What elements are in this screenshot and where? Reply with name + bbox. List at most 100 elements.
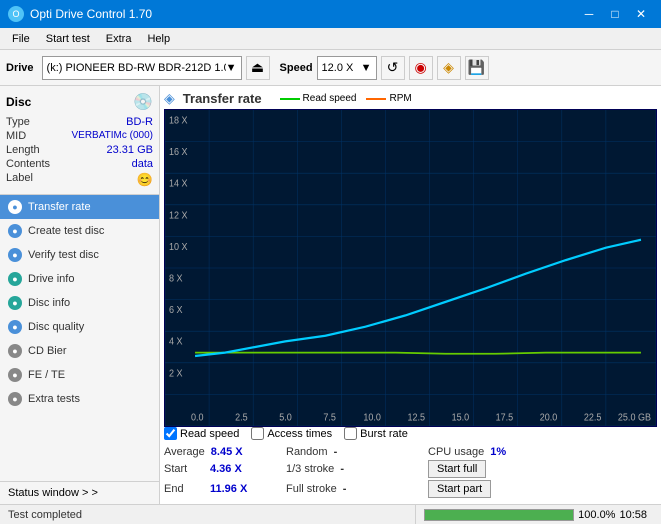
svg-text:5.0: 5.0: [279, 412, 292, 424]
fe-te-icon: ●: [8, 368, 22, 382]
disc-panel: Disc 💿 Type BD-R MID VERBATIMc (000) Len…: [0, 86, 159, 195]
svg-text:14 X: 14 X: [169, 178, 188, 190]
svg-text:12.5: 12.5: [407, 412, 425, 424]
nav-verify-test-disc[interactable]: ● Verify test disc: [0, 243, 159, 267]
menu-help[interactable]: Help: [139, 31, 178, 47]
chart-legend: Read speed RPM: [280, 93, 412, 104]
nav-drive-info-label: Drive info: [28, 273, 74, 285]
access-times-checkbox[interactable]: [251, 427, 264, 440]
menu-bar: File Start test Extra Help: [0, 28, 661, 50]
nav-verify-test-disc-label: Verify test disc: [28, 249, 99, 261]
stat-1-3-stroke-value: -: [340, 463, 344, 475]
nav-disc-quality[interactable]: ● Disc quality: [0, 315, 159, 339]
chart-container: 18 X 16 X 14 X 12 X 10 X 8 X 6 X 4 X 2 X…: [164, 109, 657, 427]
sidebar: Disc 💿 Type BD-R MID VERBATIMc (000) Len…: [0, 86, 160, 504]
svg-text:6 X: 6 X: [169, 305, 183, 317]
disc-label-icon[interactable]: 😊: [137, 172, 153, 188]
disc-type-value: BD-R: [126, 116, 153, 128]
nav-section: ● Transfer rate ● Create test disc ● Ver…: [0, 195, 159, 504]
nav-transfer-rate-label: Transfer rate: [28, 201, 91, 213]
create-test-disc-icon: ●: [8, 224, 22, 238]
close-button[interactable]: ✕: [629, 4, 653, 24]
read-speed-checkbox[interactable]: [164, 427, 177, 440]
nav-cd-bier[interactable]: ● CD Bier: [0, 339, 159, 363]
svg-text:25.0 GB: 25.0 GB: [618, 412, 651, 424]
stat-end-label: End: [164, 483, 204, 495]
disc-label-label: Label: [6, 172, 33, 188]
status-text: Test completed: [0, 505, 416, 524]
stat-1-3-stroke-label: 1/3 stroke: [286, 463, 334, 475]
burst-rate-checkbox[interactable]: [344, 427, 357, 440]
svg-text:8 X: 8 X: [169, 273, 183, 285]
disc-mid-label: MID: [6, 130, 26, 142]
menu-file[interactable]: File: [4, 31, 38, 47]
extra-tests-icon: ●: [8, 392, 22, 406]
refresh-button[interactable]: ↺: [381, 56, 405, 80]
status-window-button[interactable]: Status window > >: [0, 481, 159, 504]
svg-text:2.5: 2.5: [235, 412, 248, 424]
stat-end-row: End 11.96 X: [164, 480, 284, 498]
read-speed-legend-label: Read speed: [303, 93, 357, 104]
nav-transfer-rate[interactable]: ● Transfer rate: [0, 195, 159, 219]
stat-start-full-row: Start full: [428, 460, 657, 478]
stat-full-stroke-label: Full stroke: [286, 483, 337, 495]
stat-start-label: Start: [164, 463, 204, 475]
stat-random-row: Random -: [286, 446, 426, 458]
svg-text:0.0: 0.0: [191, 412, 204, 424]
read-speed-checkbox-label: Read speed: [180, 428, 239, 440]
progress-percent: 100.0%: [578, 509, 615, 521]
stat-average-value: 8.45 X: [211, 446, 243, 458]
erase-button[interactable]: ◈: [437, 56, 461, 80]
maximize-button[interactable]: □: [603, 4, 627, 24]
progress-bar: [424, 509, 574, 521]
verify-test-disc-icon: ●: [8, 248, 22, 262]
progress-bar-fill: [425, 510, 573, 520]
nav-fe-te[interactable]: ● FE / TE: [0, 363, 159, 387]
stat-average-row: Average 8.45 X: [164, 446, 284, 458]
nav-disc-quality-label: Disc quality: [28, 321, 84, 333]
disc-icon[interactable]: 💿: [133, 92, 153, 112]
status-window-label: Status window > >: [8, 487, 98, 499]
stat-random-label: Random: [286, 446, 328, 458]
drive-select[interactable]: (k:) PIONEER BD-RW BDR-212D 1.01 ▼: [42, 56, 242, 80]
read-speed-legend-color: [280, 98, 300, 100]
stat-average-label: Average: [164, 446, 205, 458]
access-times-checkbox-label: Access times: [267, 428, 332, 440]
svg-text:2 X: 2 X: [169, 368, 183, 380]
stat-start-part-row: Start part: [428, 480, 657, 498]
status-time: 10:58: [619, 509, 653, 521]
eject-button[interactable]: ⏏: [246, 56, 270, 80]
minimize-button[interactable]: ─: [577, 4, 601, 24]
stat-end-value: 11.96 X: [210, 483, 247, 495]
stat-1-3-stroke-row: 1/3 stroke -: [286, 460, 426, 478]
nav-disc-info[interactable]: ● Disc info: [0, 291, 159, 315]
stat-start-row: Start 4.36 X: [164, 460, 284, 478]
disc-type-label: Type: [6, 116, 30, 128]
svg-text:10 X: 10 X: [169, 241, 188, 253]
svg-text:10.0: 10.0: [363, 412, 381, 424]
svg-text:22.5: 22.5: [584, 412, 602, 424]
rpm-legend-label: RPM: [389, 93, 411, 104]
main-layout: Disc 💿 Type BD-R MID VERBATIMc (000) Len…: [0, 86, 661, 504]
stat-random-value: -: [334, 446, 338, 458]
stat-full-stroke-row: Full stroke -: [286, 480, 426, 498]
toolbar: Drive (k:) PIONEER BD-RW BDR-212D 1.01 ▼…: [0, 50, 661, 86]
svg-text:4 X: 4 X: [169, 336, 183, 348]
menu-extra[interactable]: Extra: [98, 31, 140, 47]
checkboxes-row: Read speed Access times Burst rate: [164, 427, 657, 440]
app-title: Opti Drive Control 1.70: [30, 7, 152, 21]
save-button[interactable]: 💾: [465, 56, 489, 80]
transfer-rate-icon: ●: [8, 200, 22, 214]
start-part-button[interactable]: Start part: [428, 480, 491, 498]
disc-button[interactable]: ◉: [409, 56, 433, 80]
cd-bier-icon: ●: [8, 344, 22, 358]
disc-info-icon: ●: [8, 296, 22, 310]
menu-start-test[interactable]: Start test: [38, 31, 98, 47]
start-full-button[interactable]: Start full: [428, 460, 486, 478]
nav-create-test-disc[interactable]: ● Create test disc: [0, 219, 159, 243]
nav-extra-tests[interactable]: ● Extra tests: [0, 387, 159, 411]
nav-drive-info[interactable]: ● Drive info: [0, 267, 159, 291]
speed-select[interactable]: 12.0 X ▼: [317, 56, 377, 80]
disc-contents-value[interactable]: data: [132, 158, 153, 170]
speed-label: Speed: [280, 62, 313, 74]
